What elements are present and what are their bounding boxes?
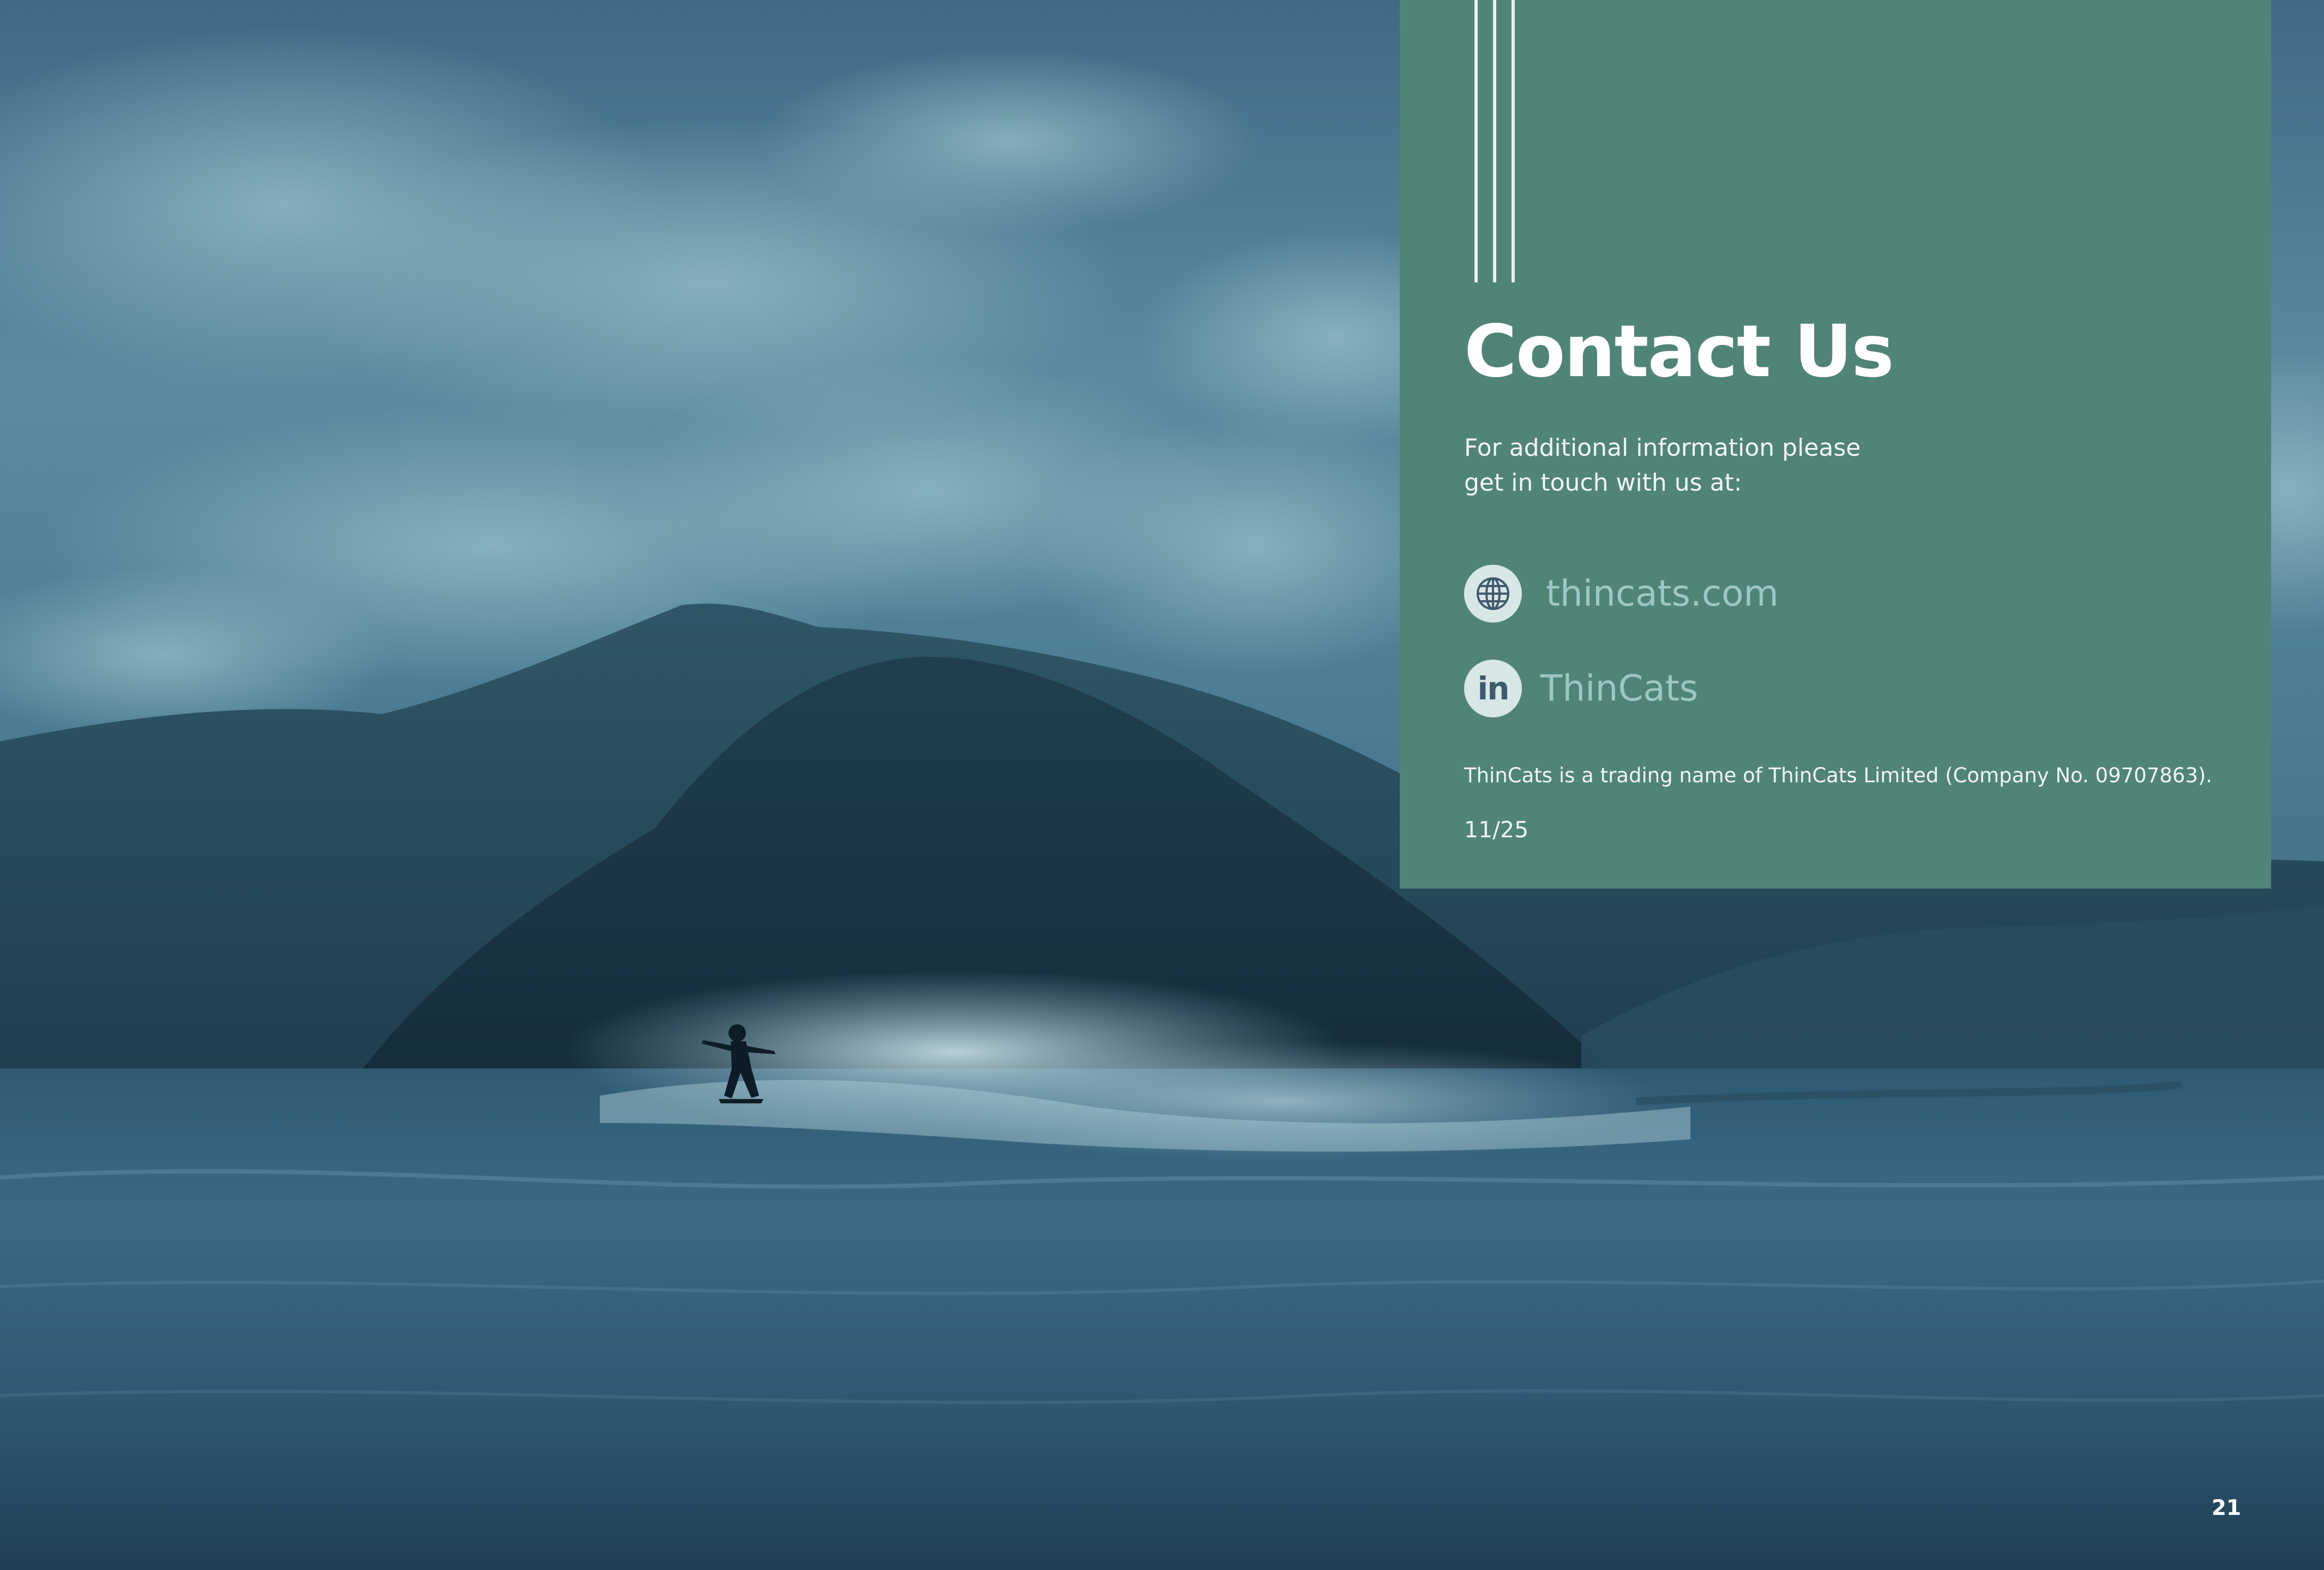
intro-text: For additional information please get in… <box>1464 431 1955 500</box>
linkedin-label: ThinCats <box>1540 667 1699 709</box>
decorative-line <box>1493 0 1496 282</box>
document-reference: 11/25 <box>1464 817 1529 843</box>
contact-panel: Contact Us For additional information pl… <box>1400 0 2271 889</box>
linkedin-link[interactable]: in ThinCats <box>1464 660 1698 717</box>
decorative-line <box>1512 0 1515 282</box>
legal-note: ThinCats is a trading name of ThinCats L… <box>1464 764 2213 787</box>
decorative-line <box>1474 0 1478 282</box>
website-label: thincats.com <box>1546 572 1779 614</box>
website-link[interactable]: thincats.com <box>1464 565 1779 623</box>
decorative-lines <box>1474 0 1518 282</box>
globe-icon <box>1464 565 1522 623</box>
intro-line: For additional information please <box>1464 434 1861 462</box>
page-title: Contact Us <box>1464 310 1894 394</box>
page-number: 21 <box>2211 1496 2241 1520</box>
linkedin-icon-text: in <box>1477 670 1509 707</box>
intro-line: get in touch with us at: <box>1464 469 1742 497</box>
linkedin-icon: in <box>1464 660 1522 717</box>
